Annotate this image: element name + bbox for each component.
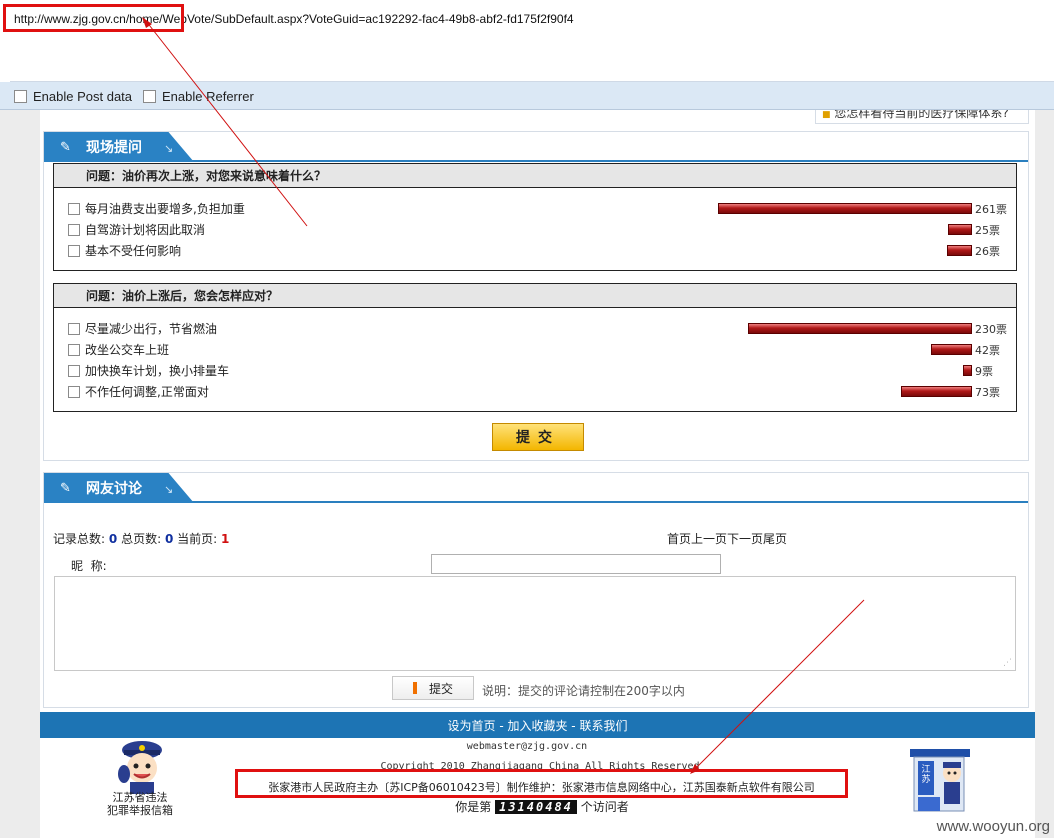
poll-option-label: 加快换车计划，换小排量车	[85, 364, 230, 378]
footer-link-bar[interactable]: 设为首页 - 加入收藏夹 - 联系我们	[40, 712, 1035, 738]
pages-label: 总页数:	[121, 532, 162, 546]
report-caption-line-2: 犯罪举报信箱	[107, 804, 173, 817]
poll-option-checkbox[interactable]	[68, 202, 80, 215]
poll-option-checkbox[interactable]	[68, 385, 80, 398]
enable-referrer-label: Enable Referrer	[162, 89, 254, 104]
visitor-prefix: 你是第	[455, 800, 492, 814]
vote-count: 25票	[975, 224, 1000, 237]
nickname-label: 昵 称:	[71, 559, 107, 573]
poll-option-label: 尽量减少出行，节省燃油	[85, 322, 218, 336]
pager-links[interactable]: 首页上一页下一页尾页	[667, 530, 787, 547]
enable-post-label: Enable Post data	[33, 89, 133, 104]
vote-bar	[931, 344, 972, 355]
poll-option[interactable]: 改坐公交车上班 42票	[54, 339, 1016, 360]
poll-question-1: 问题：油价再次上涨，对您来说意味着什么？	[54, 164, 1016, 188]
comment-submit-label: 提交	[428, 681, 453, 696]
enable-referrer-option[interactable]: Enable Referrer	[143, 89, 254, 104]
poll-option[interactable]: 基本不受任何影响 26票	[54, 240, 1016, 261]
poll-option[interactable]: 不作任何调整,正常面对 73票	[54, 381, 1016, 402]
resize-grip-icon[interactable]: ⋰	[1003, 658, 1012, 668]
enable-post-checkbox[interactable]	[14, 90, 27, 103]
pencil-icon: ✎	[60, 481, 71, 496]
vote-count: 9票	[975, 365, 993, 378]
comment-textarea[interactable]: ⋰	[54, 576, 1016, 671]
record-stats: 记录总数: 0 总页数: 0 当前页: 1	[53, 530, 229, 547]
vote-count: 230票	[975, 323, 1007, 336]
booth-sign: 江苏	[921, 765, 931, 785]
current-value: 1	[221, 532, 230, 546]
poll-option-checkbox[interactable]	[68, 343, 80, 356]
report-caption-line-1: 江苏省违法	[112, 791, 168, 804]
comment-note: 说明：提交的评论请控制在200字以内	[482, 684, 685, 698]
comment-submit-button[interactable]: 提交	[392, 676, 474, 700]
poll-option-checkbox[interactable]	[68, 244, 80, 257]
vote-count: 261票	[975, 203, 1007, 216]
police-booth-icon[interactable]: 江苏	[908, 745, 972, 813]
enable-referrer-checkbox[interactable]	[143, 90, 156, 103]
discussion-panel-header: 网友讨论 ✎ ↘	[44, 473, 1028, 503]
vote-panel-title: 现场提问	[86, 140, 142, 156]
vote-bar	[748, 323, 972, 334]
report-mailbox-caption[interactable]: 江苏省违法 犯罪举报信箱	[100, 791, 180, 817]
total-value: 0	[108, 532, 118, 546]
pages-value: 0	[164, 532, 174, 546]
poll-option-label: 基本不受任何影响	[85, 244, 182, 258]
options-bar: Enable Post data Enable Referrer	[0, 82, 1054, 110]
vote-panel-header: 现场提问 ✎ ↘	[44, 132, 1028, 162]
discussion-panel-title: 网友讨论	[86, 481, 142, 497]
vote-count: 26票	[975, 245, 1000, 258]
poll-option[interactable]: 每月油费支出要增多,负担加重 261票	[54, 198, 1016, 219]
poll-option[interactable]: 自驾游计划将因此取消 25票	[54, 219, 1016, 240]
enable-post-option[interactable]: Enable Post data	[14, 89, 132, 104]
vote-bar	[901, 386, 972, 397]
poll-option-label: 每月油费支出要增多,负担加重	[85, 202, 245, 216]
poll-option[interactable]: 加快换车计划，换小排量车 9票	[54, 360, 1016, 381]
orange-marker-icon	[412, 682, 417, 694]
arrow-down-right-icon: ↘	[164, 142, 174, 155]
police-mascot-icon[interactable]	[110, 738, 174, 794]
vote-bar	[963, 365, 972, 376]
right-gutter	[1035, 110, 1054, 838]
poll-box-1: 问题：油价再次上涨，对您来说意味着什么？ 每月油费支出要增多,负担加重 261票…	[53, 163, 1017, 271]
poll-box-2: 问题：油价上涨后，您会怎样应对？ 尽量减少出行，节省燃油 230票 改坐公交车上…	[53, 283, 1017, 412]
vote-bar	[948, 224, 972, 235]
pencil-icon: ✎	[60, 140, 71, 155]
vote-count: 73票	[975, 386, 1000, 399]
arrow-down-right-icon: ↘	[164, 483, 174, 496]
poll-option-checkbox[interactable]	[68, 364, 80, 377]
total-label: 记录总数:	[53, 532, 106, 546]
poll-question-2: 问题：油价上涨后，您会怎样应对？	[54, 284, 1016, 308]
poll-option-label: 自驾游计划将因此取消	[85, 223, 206, 237]
poll-option-checkbox[interactable]	[68, 223, 80, 236]
current-label: 当前页:	[177, 532, 218, 546]
top-link-box: ■ 您怎样看待当前的医疗保障体系?	[815, 110, 1029, 124]
host-highlight-box	[235, 769, 848, 798]
nickname-input[interactable]	[431, 554, 721, 574]
top-link-item[interactable]: ■ 您怎样看待当前的医疗保障体系?	[822, 110, 1009, 121]
vote-bar	[947, 245, 972, 256]
vote-count: 42票	[975, 344, 1000, 357]
left-gutter	[0, 110, 40, 838]
visitor-number: 13140484	[495, 800, 577, 814]
vote-submit-button[interactable]: 提交	[492, 423, 584, 451]
poll-option-label: 改坐公交车上班	[85, 343, 170, 357]
poll-option-checkbox[interactable]	[68, 322, 80, 335]
poll-option[interactable]: 尽量减少出行，节省燃油 230票	[54, 318, 1016, 339]
watermark: www.wooyun.org	[936, 818, 1050, 835]
visitor-suffix: 个访问者	[580, 800, 629, 814]
vote-bar	[718, 203, 972, 214]
top-link-text[interactable]: 您怎样看待当前的医疗保障体系?	[834, 110, 1008, 120]
url-highlight-box	[3, 4, 184, 32]
poll-option-label: 不作任何调整,正常面对	[85, 385, 209, 399]
